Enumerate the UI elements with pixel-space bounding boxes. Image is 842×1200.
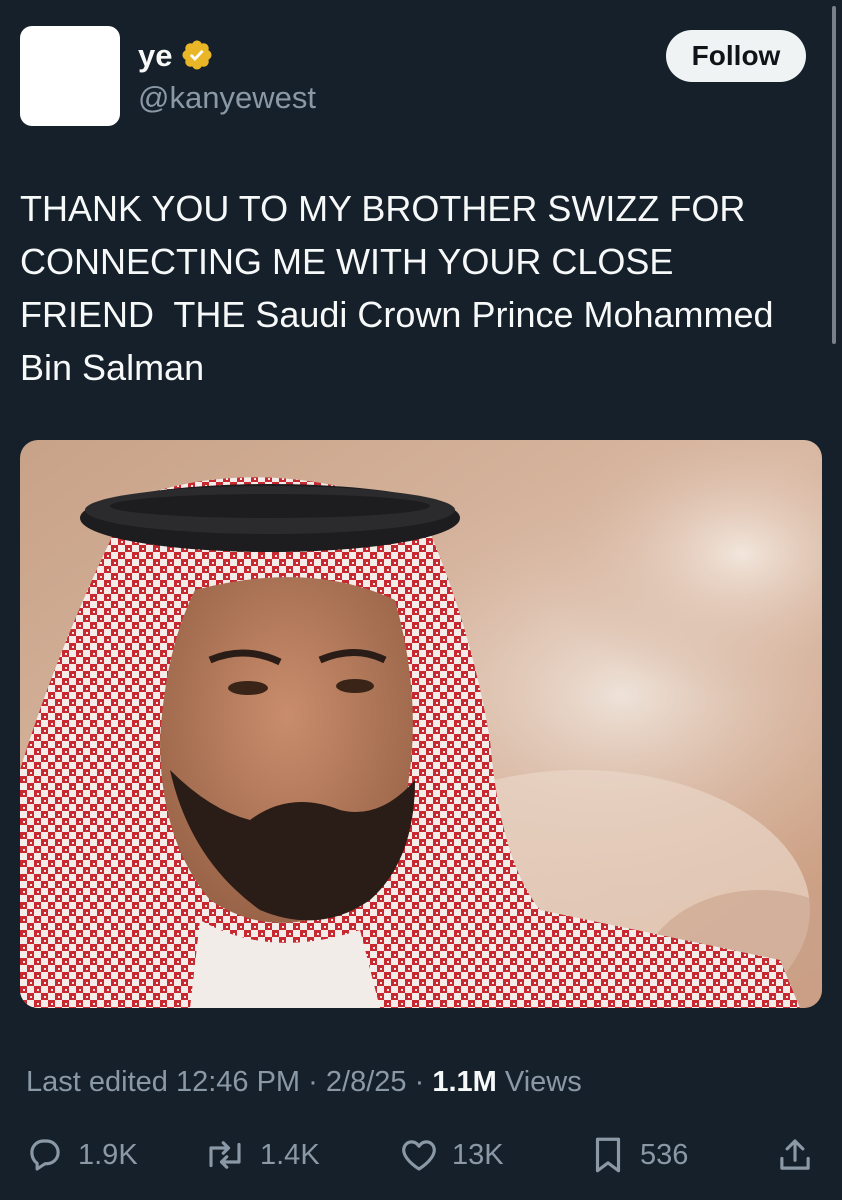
meta-separator: · [414, 1066, 425, 1098]
reply-button[interactable]: 1.9K [24, 1132, 138, 1178]
author-handle[interactable]: @kanyewest [138, 82, 316, 113]
views-count[interactable]: 1.1M [432, 1066, 496, 1098]
reply-count: 1.9K [78, 1138, 138, 1171]
scrollbar[interactable] [832, 6, 836, 344]
heart-icon [398, 1134, 440, 1176]
tweet-meta: Last edited 12:46 PM · 2/8/25 · 1.1M Vie… [26, 1062, 582, 1102]
repost-icon [202, 1134, 248, 1176]
edited-label[interactable]: Last edited [26, 1066, 168, 1098]
meta-separator: · [308, 1066, 318, 1098]
views-label[interactable]: Views [505, 1066, 582, 1098]
bookmark-count: 536 [640, 1138, 689, 1171]
portrait-photo-image [20, 440, 822, 1008]
tweet-time[interactable]: 12:46 PM [176, 1066, 300, 1098]
tweet-date[interactable]: 2/8/25 [326, 1066, 407, 1098]
tweet-photo[interactable] [20, 440, 822, 1008]
tweet-actions: 1.9K 1.4K 13K 536 [24, 1132, 820, 1182]
repost-count: 1.4K [260, 1138, 320, 1171]
follow-button[interactable]: Follow [666, 30, 806, 82]
tweet-text: THANK YOU TO MY BROTHER SWIZZ FOR CONNEC… [20, 188, 774, 388]
author-name-row[interactable]: ye [138, 38, 214, 72]
avatar[interactable] [20, 26, 120, 126]
display-name[interactable]: ye [138, 40, 172, 71]
share-icon [774, 1134, 816, 1176]
tweet-header: ye @kanyewest Follow [20, 26, 806, 128]
reply-icon [24, 1134, 66, 1176]
verified-badge-icon [180, 38, 214, 72]
bookmark-icon [588, 1134, 628, 1176]
repost-button[interactable]: 1.4K [202, 1132, 320, 1178]
share-button[interactable] [774, 1132, 816, 1178]
like-count: 13K [452, 1138, 504, 1171]
bookmark-button[interactable]: 536 [588, 1132, 688, 1178]
like-button[interactable]: 13K [398, 1132, 504, 1178]
